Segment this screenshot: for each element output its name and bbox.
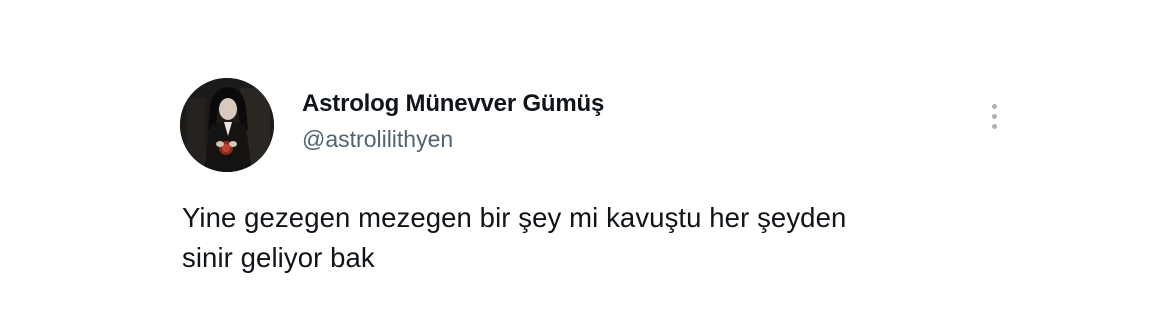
more-vertical-icon bbox=[991, 113, 997, 119]
tweet-text: Yine gezegen mezegen bir şey mi kavuştu … bbox=[182, 198, 1042, 278]
tweet-card: Astrolog Münevver Gümüş @astrolilithyen … bbox=[0, 0, 1170, 317]
more-vertical-icon bbox=[991, 123, 997, 129]
tweet-text-line: Yine gezegen mezegen bir şey mi kavuştu … bbox=[182, 202, 847, 233]
author-display-name[interactable]: Astrolog Münevver Gümüş bbox=[302, 90, 604, 118]
more-options-button[interactable] bbox=[982, 96, 1006, 136]
avatar[interactable] bbox=[180, 78, 274, 172]
tweet-text-line: sinir geliyor bak bbox=[182, 242, 375, 273]
more-vertical-icon bbox=[991, 103, 997, 109]
profile-photo-icon bbox=[180, 78, 274, 172]
author-handle[interactable]: @astrolilithyen bbox=[302, 126, 453, 153]
